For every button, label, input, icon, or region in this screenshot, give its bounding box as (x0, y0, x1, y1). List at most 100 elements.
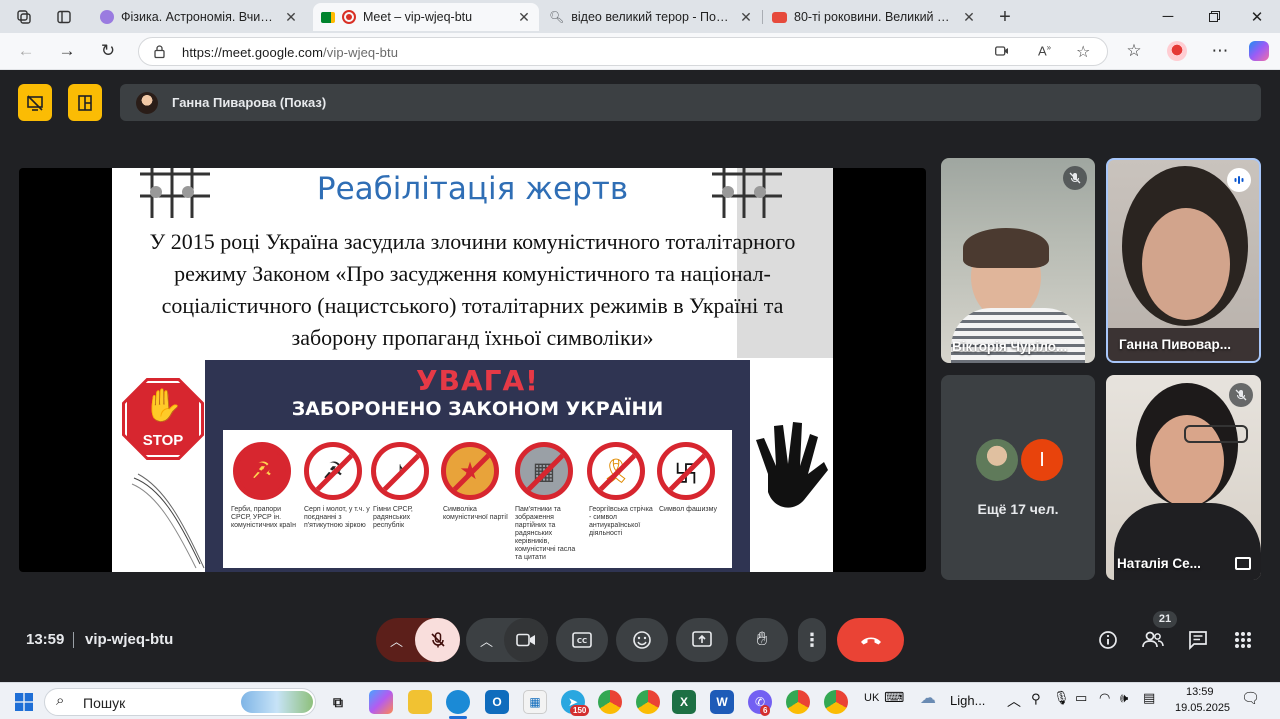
windows-taskbar: ⌕ Пошук ⧉ O ▦ ➤ 150 X W ✆ 6 UK ⌨ ☁ Ligh.… (0, 682, 1280, 719)
word-icon[interactable]: W (710, 690, 734, 714)
tray-mic-icon[interactable]: 🎙︎ (1053, 690, 1070, 706)
mic-off-icon (1063, 166, 1087, 190)
minimize-icon[interactable]: ─ (1145, 0, 1191, 33)
favorite-star-icon[interactable]: ☆ (1076, 42, 1090, 62)
meeting-clock: 13:59 (26, 631, 65, 648)
store-icon[interactable]: ▦ (523, 690, 547, 714)
more-options-button[interactable]: ⋮ (798, 618, 826, 662)
battery-icon[interactable]: ▭ (1075, 690, 1087, 706)
stop-presenting-button[interactable] (18, 84, 52, 121)
favorites-icon[interactable]: ☆ (1123, 40, 1145, 62)
wifi-icon[interactable]: ◠ (1099, 690, 1110, 706)
banned-symbol-swastika-icon: 卐 (657, 442, 715, 500)
back-icon[interactable]: ← (15, 40, 37, 62)
handprint-illustration (756, 422, 828, 508)
symbol-caption: Символіка комуністичної партії (443, 506, 508, 521)
more-vert-icon: ⋮ (803, 629, 821, 650)
mic-options-chevron-icon[interactable]: ︿ (390, 631, 403, 650)
chrome-profile-icon[interactable] (636, 690, 660, 714)
browser-tab-bar: Фізика. Астрономія. Вчитель: Бер ✕ Meet … (0, 0, 1280, 33)
tab-meet[interactable]: Meet – vip-wjeq-btu ✕ (313, 3, 539, 31)
chrome-profile-2-icon[interactable] (786, 690, 810, 714)
symbol-caption: Герби, прапори СРСР, УРСР ін. комуністич… (231, 506, 296, 529)
raise-hand-button[interactable]: ✋︎ (736, 618, 788, 662)
tab-favicon-icon (100, 10, 114, 24)
new-tab-icon[interactable]: + (995, 6, 1015, 28)
captions-button[interactable]: CC (556, 618, 608, 662)
search-label: Пошук (83, 695, 126, 711)
participant-tile[interactable]: Наталія Се... (1106, 375, 1261, 580)
restore-icon[interactable] (1191, 0, 1237, 33)
divider (73, 632, 74, 648)
chrome-profile-3-icon[interactable] (824, 690, 848, 714)
recording-icon (342, 10, 356, 24)
url-path: /vip-wjeq-btu (323, 45, 399, 60)
people-icon[interactable] (1141, 628, 1165, 652)
input-language[interactable]: UK (864, 692, 879, 704)
slide: Реабілітація жертв У 2015 році Україна з… (112, 168, 833, 572)
weather-label[interactable]: Ligh... (950, 693, 985, 708)
tray-app-icon[interactable]: ⚲ (1031, 691, 1041, 707)
meet-logo-icon (321, 11, 335, 23)
meet-window: Ганна Пиварова (Показ) Реабілітація жерт… (0, 70, 1280, 682)
forward-icon[interactable]: → (56, 40, 78, 62)
start-button[interactable] (12, 690, 36, 714)
copilot-icon[interactable] (1248, 40, 1270, 62)
tray-display-icon[interactable]: ▤ (1143, 690, 1155, 706)
file-explorer-icon[interactable] (408, 690, 432, 714)
task-view-icon[interactable]: ⧉ (326, 690, 350, 714)
camera-permission-icon[interactable] (995, 45, 1009, 60)
tab-title: Meet – vip-wjeq-btu (363, 10, 473, 24)
tray-overflow-icon[interactable]: ︿ (1007, 691, 1021, 711)
tab-physics[interactable]: Фізика. Астрономія. Вчитель: Бер ✕ (92, 3, 306, 31)
edge-browser-icon[interactable] (446, 690, 470, 714)
camera-options-chevron-icon[interactable]: ︿ (480, 631, 493, 650)
participant-tile[interactable]: Вікторія Чуріло... (941, 158, 1095, 363)
address-bar[interactable]: https://meet.google.com/vip-wjeq-btu A» … (138, 37, 1108, 66)
chat-icon[interactable] (1186, 628, 1210, 652)
more-participants-tile[interactable]: I Ещё 17 чел. (941, 375, 1095, 580)
copilot-app-icon[interactable] (369, 690, 393, 714)
profile-avatar[interactable] (1166, 40, 1188, 62)
meeting-code[interactable]: vip-wjeq-btu (85, 631, 173, 648)
taskbar-search-box[interactable]: ⌕ Пошук (44, 688, 316, 716)
reload-icon[interactable]: ↻ (97, 40, 119, 62)
tab-youtube[interactable]: 80-ті роковини. Великий терор. ✕ (764, 3, 984, 31)
meeting-details-icon[interactable] (1096, 628, 1120, 652)
slide-body: У 2015 році Україна засудила злочини ком… (112, 226, 833, 354)
present-screen-icon (692, 631, 712, 647)
glasses-illustration (1184, 425, 1248, 443)
presentation-options-button[interactable] (68, 84, 102, 121)
search-favicon-icon: 🔍︎ (549, 10, 565, 24)
read-aloud-icon[interactable]: A» (1038, 43, 1051, 58)
activities-icon[interactable] (1231, 628, 1255, 652)
excel-icon[interactable]: X (672, 690, 696, 714)
more-menu-icon[interactable]: ⋯ (1209, 40, 1231, 62)
url-text: https://meet.google.com/vip-wjeq-btu (182, 45, 398, 60)
tab-close-icon[interactable]: ✕ (739, 9, 753, 26)
mic-toggle-button[interactable] (415, 618, 460, 662)
taskbar-time[interactable]: 13:59 (1186, 686, 1214, 698)
volume-icon[interactable]: 🕪︎ (1120, 690, 1128, 706)
tab-close-icon[interactable]: ✕ (962, 9, 976, 26)
taskbar-date[interactable]: 19.05.2025 (1175, 702, 1230, 714)
keyboard-icon[interactable]: ⌨ (884, 689, 904, 706)
captions-icon: CC (572, 632, 592, 648)
participant-tile-active[interactable]: Ганна Пивовар... (1106, 158, 1261, 363)
outlook-icon[interactable]: O (485, 690, 509, 714)
tab-close-icon[interactable]: ✕ (517, 9, 531, 26)
pip-icon[interactable] (1235, 557, 1251, 570)
chrome-icon[interactable] (598, 690, 622, 714)
tab-search[interactable]: 🔍︎ відео великий терор - Поиск ✕ (541, 3, 761, 31)
tab-actions-icon[interactable] (54, 7, 74, 27)
present-button[interactable] (676, 618, 728, 662)
notifications-icon[interactable]: 🗨︎ (1241, 689, 1260, 707)
hang-up-icon (860, 637, 881, 645)
workspaces-icon[interactable] (14, 7, 34, 27)
leave-call-button[interactable] (837, 618, 904, 662)
close-window-icon[interactable]: ✕ (1234, 0, 1280, 33)
tab-close-icon[interactable]: ✕ (284, 9, 298, 26)
camera-toggle-button[interactable] (504, 618, 548, 662)
site-info-icon[interactable] (152, 44, 167, 59)
reactions-button[interactable] (616, 618, 668, 662)
